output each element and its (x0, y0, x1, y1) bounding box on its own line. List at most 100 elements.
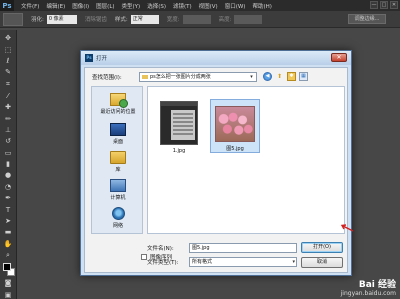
computer-icon (110, 179, 126, 192)
up-folder-icon[interactable]: ⬆ (275, 72, 284, 81)
hand-tool-icon[interactable]: ✋ (3, 240, 14, 248)
open-button[interactable]: 打开(O) (301, 242, 343, 253)
menu-image[interactable]: 图像(I) (72, 2, 89, 10)
clone-stamp-tool-icon[interactable]: ⊥ (3, 126, 14, 134)
back-icon[interactable]: ◀ (263, 72, 272, 81)
navigation-toolbar: ◀ ⬆ ✱ ▦ (263, 72, 308, 81)
options-bar: 羽化: 0 像素 消除锯齿 样式: 正常 宽度: 高度: 调整边缘... (0, 11, 400, 28)
width-input[interactable] (182, 14, 211, 24)
feather-label: 羽化: (31, 17, 44, 23)
gradient-tool-icon[interactable]: ▮ (3, 160, 14, 168)
menu-window[interactable]: 窗口(W) (225, 2, 246, 10)
menu-select[interactable]: 选择(S) (147, 2, 166, 10)
place-label: 计算机 (110, 195, 126, 201)
menu-file[interactable]: 文件(F) (21, 2, 39, 10)
place-desktop[interactable]: 桌面 (92, 123, 144, 145)
minimize-button[interactable]: — (370, 1, 378, 9)
move-tool-icon[interactable]: ✥ (3, 34, 14, 42)
photoshop-small-icon: Ps (85, 54, 93, 62)
dialog-title-bar[interactable]: Ps 打开 ✕ (81, 51, 351, 65)
place-label: 桌面 (112, 139, 123, 145)
width-label: 宽度: (166, 17, 180, 23)
menu-layer[interactable]: 图层(L) (96, 2, 114, 10)
height-input[interactable] (234, 14, 263, 24)
eyedropper-tool-icon[interactable]: ⁄ (3, 92, 14, 100)
quick-mask-icon[interactable]: ◙ (3, 279, 14, 287)
feather-input[interactable]: 0 像素 (46, 14, 77, 24)
cancel-button[interactable]: 取消 (301, 257, 343, 268)
network-icon (111, 207, 125, 220)
refine-edge-button[interactable]: 调整边缘... (348, 14, 386, 24)
desktop-icon (110, 123, 126, 136)
menu-edit[interactable]: 编辑(E) (46, 2, 65, 10)
baidu-jingyan-logo: Bai 经验 (358, 280, 396, 290)
style-select[interactable]: 正常 (130, 14, 159, 24)
maximize-button[interactable]: □ (380, 1, 388, 9)
history-brush-tool-icon[interactable]: ↺ (3, 137, 14, 145)
file-thumbnail (160, 101, 198, 145)
crop-tool-icon[interactable]: ⌗ (3, 80, 14, 89)
filetype-select[interactable]: 所有格式 ▾ (189, 257, 297, 267)
annotation-arrow-icon (340, 224, 354, 232)
file-item-selected[interactable]: 图5.jpg (210, 99, 260, 153)
zoom-tool-icon[interactable]: ⌕ (3, 251, 14, 260)
blur-tool-icon[interactable]: ● (3, 171, 14, 179)
look-in-select[interactable]: ps怎么把一张图片分成两张 ▾ (139, 72, 257, 82)
path-selection-tool-icon[interactable]: ➤ (3, 217, 14, 225)
screen-mode-icon[interactable]: ▣ (3, 290, 14, 299)
place-library[interactable]: 库 (92, 151, 144, 173)
recent-places-icon (110, 93, 128, 108)
file-list[interactable]: 1.jpg 图5.jpg (147, 86, 345, 234)
file-thumbnail (215, 106, 255, 142)
place-label: 最近访问的位置 (100, 109, 136, 115)
filename-input[interactable]: 图5.jpg (189, 243, 297, 253)
pen-tool-icon[interactable]: ✒ (3, 194, 14, 202)
chevron-down-icon[interactable]: ▾ (292, 258, 295, 266)
menu-bar: Ps 文件(F) 编辑(E) 图像(I) 图层(L) 类型(Y) 选择(S) 滤… (0, 0, 400, 11)
image-sequence-label: 图像序列 (150, 255, 173, 261)
chevron-down-icon[interactable]: ▾ (248, 73, 255, 81)
close-window-button[interactable]: ✕ (390, 1, 398, 9)
view-menu-icon[interactable]: ▦ (299, 72, 308, 81)
image-sequence-checkbox[interactable] (141, 254, 147, 260)
tool-preset-picker[interactable] (3, 12, 23, 26)
place-label: 网络 (112, 223, 123, 229)
dialog-close-button[interactable]: ✕ (331, 53, 347, 62)
healing-brush-tool-icon[interactable]: ✚ (3, 103, 14, 111)
filename-label: 文件名(N): (147, 246, 174, 252)
watermark-url: jingyan.baidu.com (340, 290, 396, 297)
foreground-background-color-swatch[interactable] (2, 263, 15, 277)
quick-select-tool-icon[interactable]: ✎ (3, 68, 14, 76)
shape-tool-icon[interactable]: ▬ (3, 228, 14, 236)
watermark: Bai 经验 jingyan.baidu.com (341, 277, 396, 297)
eraser-tool-icon[interactable]: ▭ (3, 149, 14, 157)
menu-view[interactable]: 视图(V) (199, 2, 218, 10)
place-recent[interactable]: 最近访问的位置 (92, 93, 144, 115)
library-icon (110, 151, 126, 164)
folder-icon (142, 75, 148, 79)
new-folder-icon[interactable]: ✱ (287, 72, 296, 81)
menu-help[interactable]: 帮助(H) (252, 2, 271, 10)
lasso-tool-icon[interactable]: ℓ (3, 57, 14, 65)
dodge-tool-icon[interactable]: ◔ (3, 183, 14, 191)
brush-tool-icon[interactable]: ✏ (3, 114, 14, 123)
antialias-checkbox-label[interactable]: 消除锯齿 (85, 15, 107, 23)
look-in-label: 查找范围(I): (92, 75, 122, 81)
filetype-value: 所有格式 (192, 259, 213, 265)
look-in-value: ps怎么把一张图片分成两张 (150, 74, 211, 80)
place-label: 库 (115, 167, 121, 173)
file-item[interactable]: 1.jpg (154, 99, 204, 154)
type-tool-icon[interactable]: T (3, 205, 14, 214)
file-name: 图5.jpg (226, 146, 244, 152)
dialog-body: 查找范围(I): ps怎么把一张图片分成两张 ▾ ◀ ⬆ ✱ ▦ 最近访问的位置… (84, 67, 348, 273)
marquee-tool-icon[interactable]: ⬚ (3, 45, 14, 54)
place-computer[interactable]: 计算机 (92, 179, 144, 201)
photoshop-logo-icon: Ps (0, 0, 14, 11)
place-network[interactable]: 网络 (92, 207, 144, 229)
image-sequence-option[interactable]: 图像序列 (141, 253, 172, 261)
menu-filter[interactable]: 滤镜(T) (173, 2, 192, 10)
height-label: 高度: (218, 17, 232, 23)
window-controls: — □ ✕ (370, 1, 398, 9)
menu-type[interactable]: 类型(Y) (122, 2, 141, 10)
foreground-color-swatch[interactable] (2, 263, 11, 272)
